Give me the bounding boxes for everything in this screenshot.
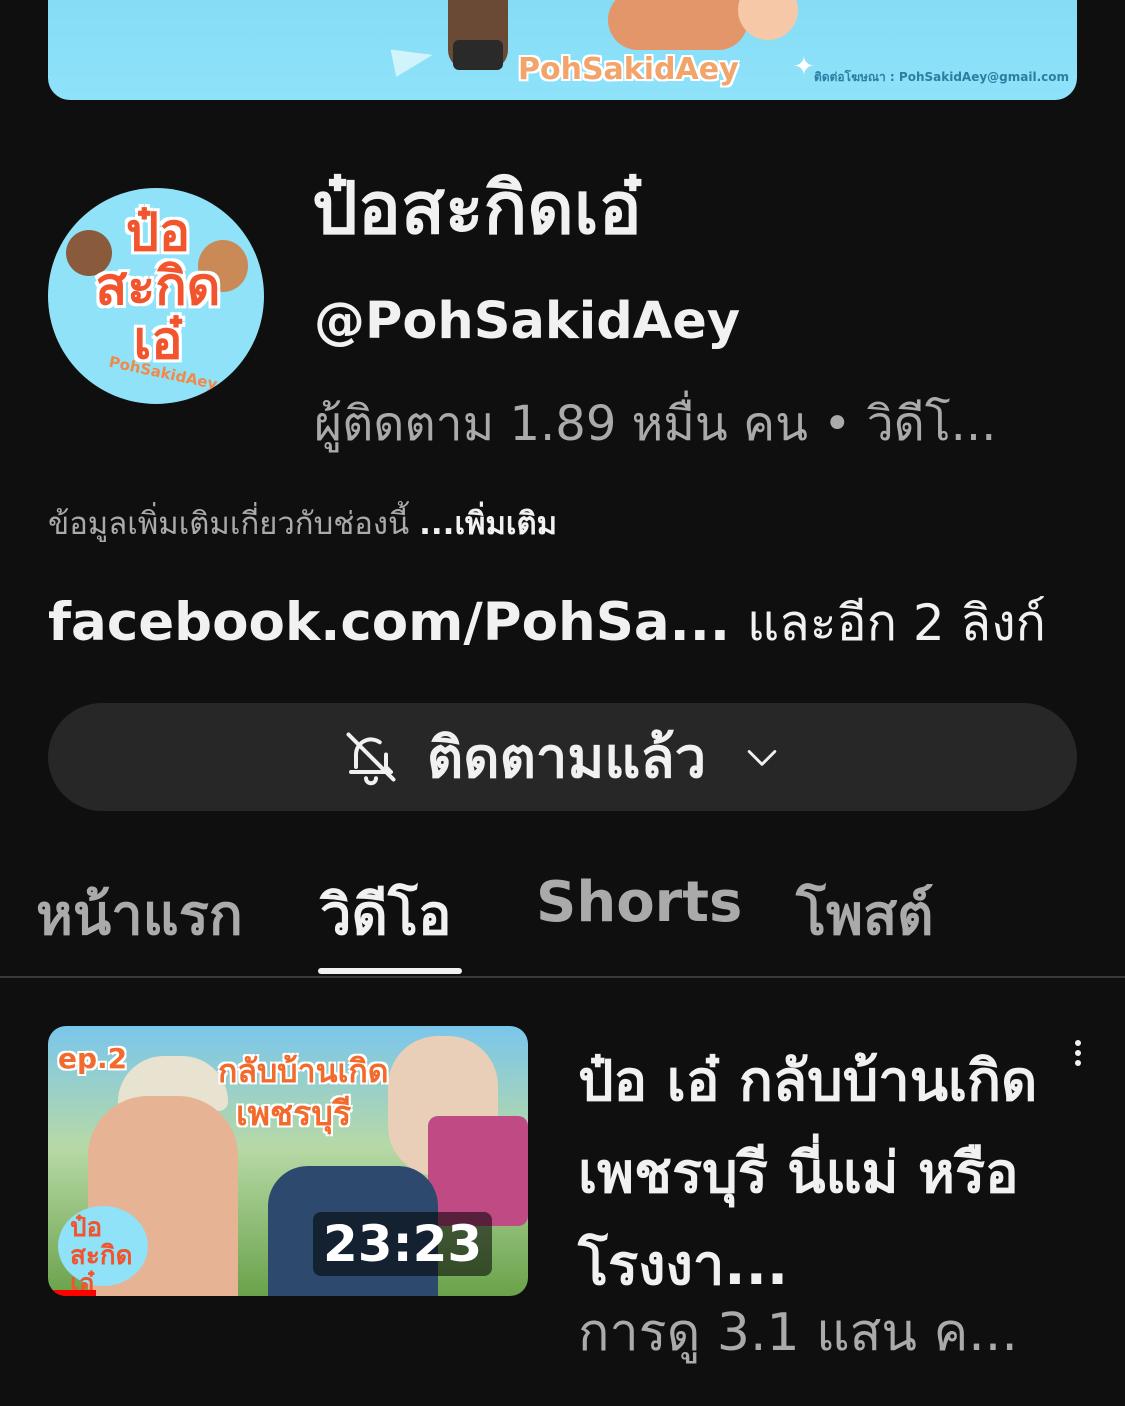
video-meta: การดู 3.1 แสน ค... — [578, 1303, 1018, 1363]
channel-banner[interactable]: PohSakidAey ✦ ติดต่อโฆษณา : PohSakidAey@… — [48, 0, 1077, 100]
tab-home[interactable]: หน้าแรก — [36, 870, 243, 959]
about-text: ข้อมูลเพิ่มเติมเกี่ยวกับช่องนี้ — [48, 506, 410, 542]
bell-off-icon — [346, 732, 396, 786]
channel-handle: @PohSakidAey — [314, 292, 741, 351]
watch-progress-bar — [48, 1290, 96, 1296]
youtube-channel-page: PohSakidAey ✦ ติดต่อโฆษณา : PohSakidAey@… — [0, 0, 1125, 1406]
channel-about[interactable]: ข้อมูลเพิ่มเติมเกี่ยวกับช่องนี้ ...เพิ่ม… — [48, 498, 557, 548]
banner-contact-text: ติดต่อโฆษณา : PohSakidAey@gmail.com — [814, 70, 1069, 84]
more-links-text[interactable]: และอีก 2 ลิงก์ — [747, 594, 1046, 652]
tab-videos[interactable]: วิดีโอ — [320, 870, 452, 959]
thumb-channel-logo: ป๋อ สะกิด เอ๋ — [58, 1206, 148, 1296]
tab-shorts[interactable]: Shorts — [536, 870, 742, 935]
banner-character-legs — [453, 40, 503, 70]
video-thumbnail[interactable]: ep.2 กลับบ้านเกิด เพชรบุรี ป๋อ สะกิด เอ๋… — [48, 1026, 528, 1296]
video-list-item[interactable]: ep.2 กลับบ้านเกิด เพชรบุรี ป๋อ สะกิด เอ๋… — [48, 1026, 1125, 1406]
banner-character-right — [738, 0, 798, 40]
channel-tabs: หน้าแรก วิดีโอ Shorts โพสต์ — [0, 850, 1125, 978]
thumb-title-line2: เพชรบุรี — [236, 1094, 352, 1134]
subscribed-button[interactable]: ติดตามแล้ว — [48, 703, 1077, 811]
banner-brand-text: PohSakidAey — [518, 52, 739, 87]
banner-title-art — [608, 0, 748, 50]
channel-links[interactable]: facebook.com/PohSa... และอีก 2 ลิงก์ — [48, 584, 1046, 663]
channel-avatar[interactable]: ป๋อ สะกิด เอ๋ PohSakidAey — [48, 188, 264, 404]
about-more-link[interactable]: ...เพิ่มเติม — [419, 506, 557, 542]
paper-plane-icon — [390, 41, 436, 77]
channel-stats: ผู้ติดตาม 1.89 หมื่น คน • วิดีโ... — [314, 396, 997, 452]
channel-name: ป๋อสะกิดเอ๋ — [312, 166, 642, 250]
thumb-fabric — [428, 1116, 528, 1226]
tab-posts[interactable]: โพสต์ — [796, 870, 934, 959]
thumb-episode-label: ep.2 — [58, 1042, 128, 1075]
video-duration: 23:23 — [313, 1212, 493, 1276]
sparkle-icon: ✦ — [793, 52, 815, 82]
video-title[interactable]: ป๋อ เอ๋ กลับบ้านเกิดเพชรบุรี นี่แม่ หรือ… — [578, 1036, 1038, 1312]
more-options-icon[interactable] — [1058, 1036, 1098, 1086]
chevron-down-icon — [747, 750, 777, 766]
subscribed-label: ติดตามแล้ว — [426, 725, 707, 791]
avatar-logo-text: ป๋อ สะกิด เอ๋ — [95, 203, 221, 371]
thumb-logo-text: ป๋อ สะกิด เอ๋ — [70, 1213, 133, 1296]
active-tab-indicator — [318, 968, 462, 974]
facebook-link[interactable]: facebook.com/PohSa... — [48, 592, 730, 653]
